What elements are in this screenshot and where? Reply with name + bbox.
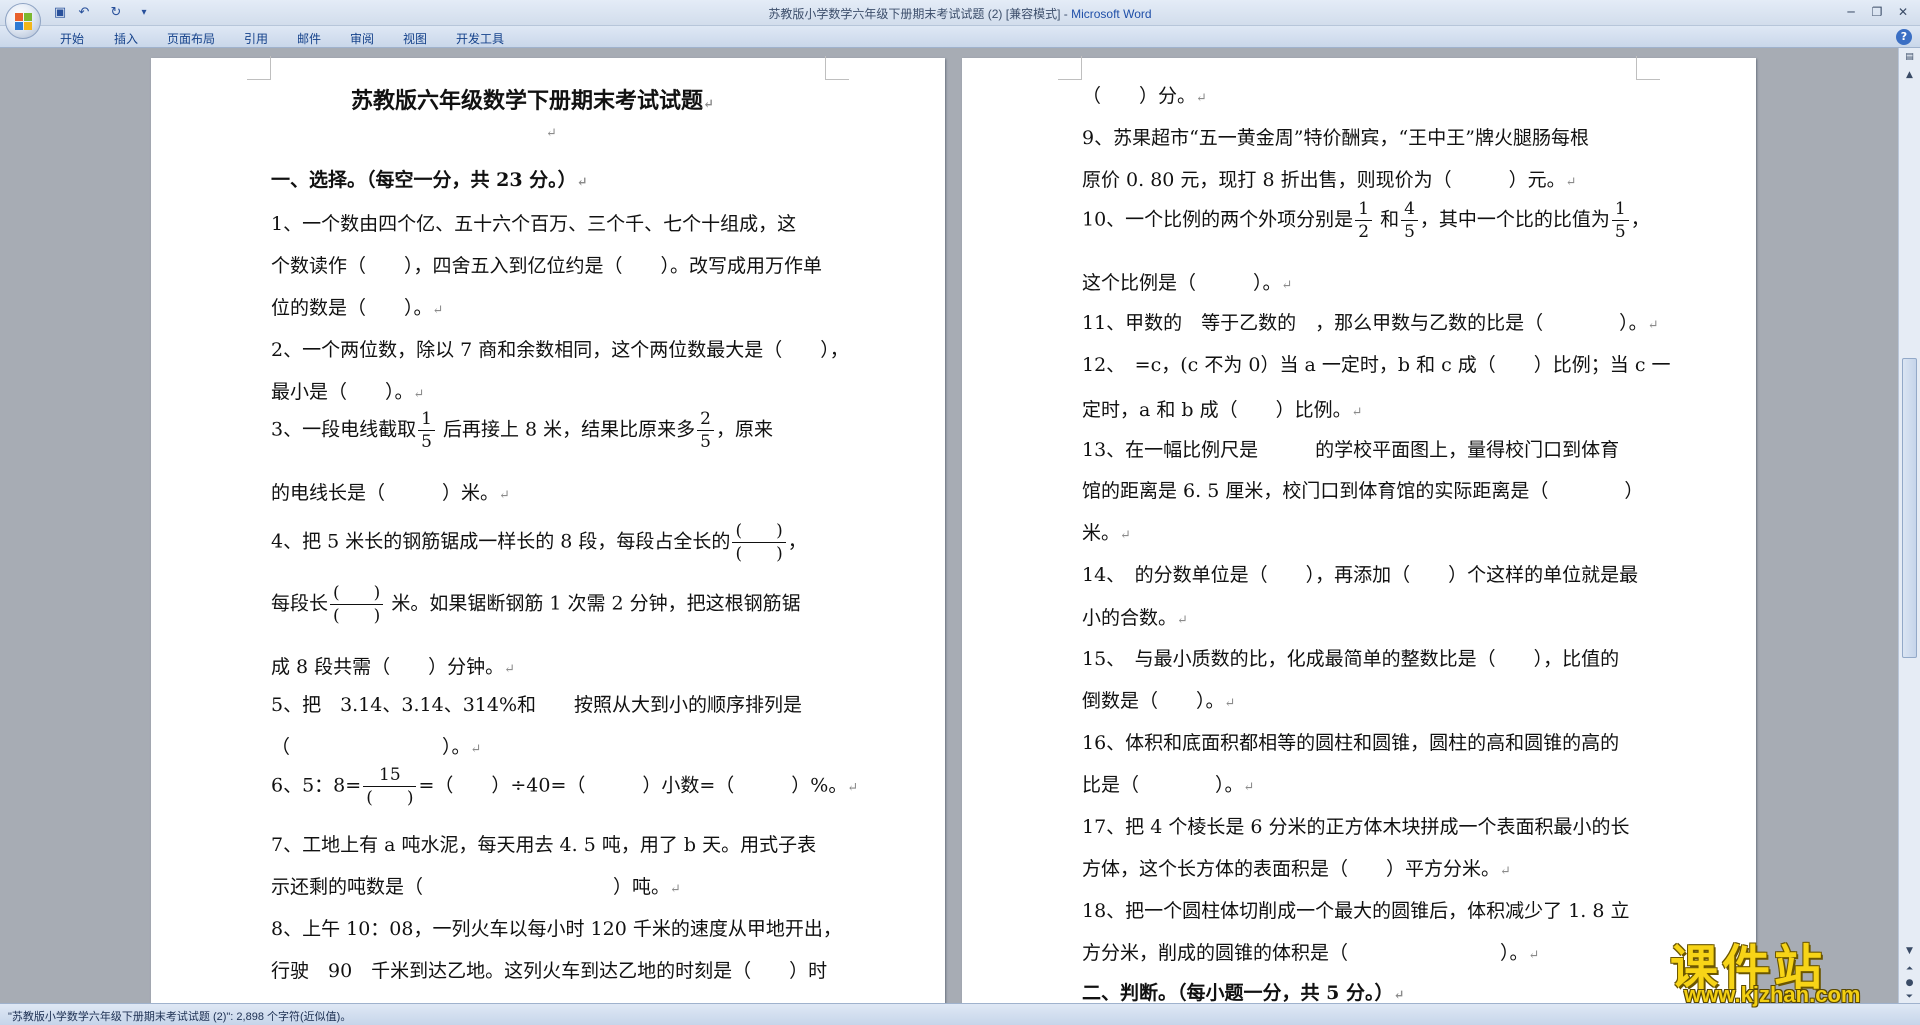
- office-button[interactable]: [5, 3, 41, 39]
- document-title-heading: 苏教版六年级数学下册期末考试试题↵: [351, 88, 714, 114]
- tab-insert[interactable]: 插入: [114, 30, 138, 47]
- fraction: 45: [1401, 198, 1418, 243]
- question-6: 6、5：8= 15( ) =（ ）÷40=（ ）小数=（ ）%。↵: [271, 764, 859, 809]
- tab-view[interactable]: 视图: [403, 30, 427, 47]
- document-title: 苏教版小学数学六年级下册期末考试试题 (2) [兼容模式] -: [768, 7, 1072, 21]
- app-name: Microsoft Word: [1071, 7, 1152, 21]
- question-15-line-2: 倒数是（ ）。↵: [1082, 690, 1236, 712]
- question-10-line-1: 10、一个比例的两个外项分别是 1 2 和 4 5 ，其中一个比的比值为 1 5，: [1082, 198, 1650, 243]
- question-17-line-1: 17、把 4 个棱长是 6 分米的正方体木块拼成一个表面积最小的长: [1082, 816, 1630, 838]
- question-2-line-2: 最小是（ ）。↵: [271, 381, 425, 403]
- tab-mailings[interactable]: 邮件: [297, 30, 321, 47]
- question-15-line-1: 15、 与最小质数的比，化成最简单的整数比是（ ），比值的: [1082, 648, 1620, 670]
- tab-references[interactable]: 引用: [244, 30, 268, 47]
- question-4-line-3: 成 8 段共需（ ）分钟。↵: [271, 656, 516, 678]
- margin-corner: [1058, 56, 1082, 80]
- ribbon-tabs: 开始 插入 页面布局 引用 邮件 审阅 视图 开发工具 ?: [0, 26, 1920, 48]
- question-16-line-2: 比是（ ）。↵: [1082, 774, 1255, 796]
- blank-fraction: ( )( ): [732, 520, 786, 565]
- question-3-line-2: 的电线长是（ ）米。↵: [271, 482, 510, 504]
- status-bar: "苏教版小学数学六年级下册期末考试试题 (2)": 2,898 个字符(近似值)…: [0, 1003, 1920, 1025]
- previous-page-icon[interactable]: ⏶: [1902, 962, 1917, 976]
- fraction: 15: [418, 408, 435, 453]
- section-heading-choice: 一、选择。（每空一分，共 23 分。）↵: [271, 169, 588, 191]
- section-heading-judge: 二、判断。（每小题一分，共 5 分。）↵: [1082, 982, 1405, 1003]
- tab-home[interactable]: 开始: [60, 30, 84, 47]
- close-icon[interactable]: ✕: [1892, 3, 1914, 21]
- tab-page-layout[interactable]: 页面布局: [167, 30, 215, 47]
- question-1-line-2: 个数读作（ ），四舍五入到亿位约是（ ）。改写成用万作单: [271, 255, 823, 277]
- fraction: 12: [1355, 198, 1373, 243]
- office-logo-icon: [15, 13, 33, 31]
- question-7-line-2: 示还剩的吨数是（ ）吨。↵: [271, 876, 681, 898]
- margin-corner: [825, 56, 849, 80]
- document-area: 苏教版六年级数学下册期末考试试题↵ ↵ 一、选择。（每空一分，共 23 分。）↵…: [0, 48, 1898, 1003]
- question-17-line-2: 方体，这个长方体的表面积是（ ）平方分米。↵: [1082, 858, 1511, 880]
- window-title: 苏教版小学数学六年级下册期末考试试题 (2) [兼容模式] - Microsof…: [0, 5, 1920, 22]
- next-page-icon[interactable]: ⏷: [1902, 990, 1917, 1004]
- question-13-line-2: 馆的距离是 6. 5 厘米，校门口到体育馆的实际距离是（ ）: [1082, 480, 1644, 502]
- scroll-thumb[interactable]: [1902, 358, 1917, 658]
- fraction: 25: [697, 408, 714, 453]
- question-12-line-1: 12、 =c，(c 不为 0）当 a 一定时，b 和 c 成（ ）比例；当 c …: [1082, 354, 1671, 376]
- tab-developer[interactable]: 开发工具: [456, 30, 504, 47]
- restore-icon[interactable]: ❐: [1866, 3, 1888, 21]
- question-8-line-1: 8、上午 10：08，一列火车以每小时 120 千米的速度从甲地开出，: [271, 918, 842, 940]
- question-1-line-1: 1、一个数由四个亿、五十六个百万、三个千、七个十组成，这: [271, 213, 797, 235]
- question-13-line-3: 米。↵: [1082, 522, 1131, 544]
- question-18-line-1: 18、把一个圆柱体切削成一个最大的圆锥后，体积减少了 1. 8 立: [1082, 900, 1630, 922]
- help-icon[interactable]: ?: [1896, 29, 1912, 45]
- title-bar: ▣ ↶ ↻ ▾ 苏教版小学数学六年级下册期末考试试题 (2) [兼容模式] - …: [0, 0, 1920, 26]
- fraction: 15: [1611, 198, 1629, 243]
- question-9-line-1: 9、苏果超市“五一黄金周”特价酬宾，“王中王”牌火腿肠每根: [1082, 127, 1589, 149]
- question-11: 11、甲数的 等于乙数的 ，那么甲数与乙数的比是（ ）。↵: [1082, 312, 1659, 334]
- question-8-continuation: （ ）分。↵: [1082, 85, 1207, 107]
- question-4-line-2: 每段长( )( ) 米。如果锯断钢筋 1 次需 2 分钟，把这根钢筋锯: [271, 582, 801, 627]
- question-16-line-1: 16、体积和底面积都相等的圆柱和圆锥，圆柱的高和圆锥的高的: [1082, 732, 1620, 754]
- tab-review[interactable]: 审阅: [350, 30, 374, 47]
- fraction: 15( ): [363, 764, 417, 809]
- question-5-line-1: 5、把 3.14、3.14、314%和 按照从大到小的顺序排列是: [271, 694, 803, 716]
- site-watermark: 课件站 www.kjzhan.com: [1640, 928, 1900, 1008]
- question-12-line-2: 定时，a 和 b 成（ ）比例。↵: [1082, 399, 1363, 421]
- question-5-line-2: （ ）。↵: [271, 736, 482, 758]
- question-3-line-1: 3、一段电线截取 1 5 后再接上 8 米，结果比原来多 2 5 ，原来: [271, 408, 773, 453]
- minimize-icon[interactable]: ─: [1840, 3, 1862, 21]
- question-9-line-2: 原价 0. 80 元，现打 8 折出售，则现价为（ ）元。↵: [1082, 169, 1577, 191]
- question-1-line-3: 位的数是（ ）。↵: [271, 297, 444, 319]
- watermark-url: www.kjzhan.com: [1684, 982, 1861, 1007]
- ruler-toggle-icon[interactable]: ▤: [1902, 50, 1917, 64]
- blank-fraction: ( )( ): [330, 582, 384, 627]
- question-4-line-1: 4、把 5 米长的钢筋锯成一样长的 8 段，每段占全长的( )( )，: [271, 520, 807, 565]
- margin-corner: [1636, 56, 1660, 80]
- question-18-line-2: 方分米，削成的圆锥的体积是（ ）。↵: [1082, 942, 1540, 964]
- status-word-count[interactable]: "苏教版小学数学六年级下册期末考试试题 (2)": 2,898 个字符(近似值)…: [8, 1008, 351, 1024]
- select-browse-object-icon[interactable]: ●: [1902, 976, 1917, 990]
- paragraph-mark: ↵: [546, 126, 557, 141]
- question-7-line-1: 7、工地上有 a 吨水泥，每天用去 4. 5 吨，用了 b 天。用式子表: [271, 834, 817, 856]
- scroll-up-icon[interactable]: ▲: [1902, 68, 1917, 82]
- question-8-line-2: 行驶 90 千米到达乙地。这列火车到达乙地的时刻是（ ）时: [271, 960, 828, 982]
- vertical-scrollbar[interactable]: ▤ ▲ ▼ ⏶ ● ⏷: [1898, 48, 1920, 1003]
- question-14-line-2: 小的合数。↵: [1082, 607, 1188, 629]
- question-10-line-2: 这个比例是（ ）。↵: [1082, 272, 1293, 294]
- question-2-line-1: 2、一个两位数，除以 7 商和余数相同，这个两位数最大是（ ），: [271, 339, 849, 361]
- page-right: （ ）分。↵ 9、苏果超市“五一黄金周”特价酬宾，“王中王”牌火腿肠每根 原价 …: [962, 56, 1756, 1003]
- page-left: 苏教版六年级数学下册期末考试试题↵ ↵ 一、选择。（每空一分，共 23 分。）↵…: [151, 56, 945, 1003]
- scroll-down-icon[interactable]: ▼: [1902, 944, 1917, 958]
- question-14-line-1: 14、 的分数单位是（ ），再添加（ ）个这样的单位就是最: [1082, 564, 1639, 586]
- margin-corner: [247, 56, 271, 80]
- question-13-line-1: 13、在一幅比例尺是 的学校平面图上，量得校门口到体育: [1082, 439, 1620, 461]
